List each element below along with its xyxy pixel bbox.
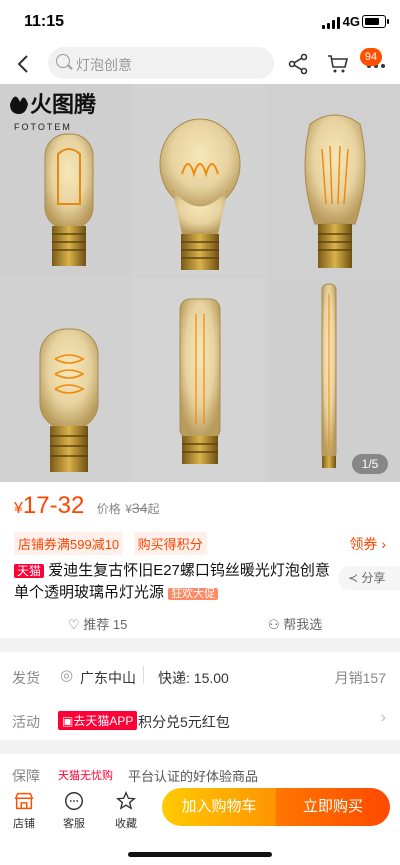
star-icon [116,791,136,810]
share-icon [288,53,308,75]
guarantee-label: 保障 [12,768,40,784]
activity-text: 积分兑5元红包 [138,714,230,730]
product-info-card: ¥17-32 价格 ¥34起 店铺券满599减10 购买得积分 领券 › 天猫 … [0,482,400,638]
price-row: ¥17-32 价格 ¥34起 [14,492,160,520]
price-currency: ¥ [14,500,23,517]
recommend-button[interactable]: ♡ 推荐 15 [68,614,127,633]
add-to-cart-button[interactable]: 加入购物车 [162,788,276,826]
brand-name-en: FOTOTEM [14,122,72,132]
ship-from-location: 广东中山 [80,670,136,686]
top-nav: 灯泡创意 94 [0,44,400,84]
status-time: 11:15 [24,13,65,30]
shipping-row[interactable]: 发货 ◎ 广东中山 快递: 15.00 月销157 [0,652,400,700]
bulb-image-6 [321,283,337,468]
help-choose-button[interactable]: ⚇ 帮我选 [268,614,322,633]
original-price: 34 [131,500,148,516]
original-price-currency: ¥ [125,502,132,516]
original-price-suffix: 起 [147,502,160,516]
tmall-tag: 天猫 [14,564,45,578]
activity-row[interactable]: 活动 ▣去天猫APP 积分兑5元红包 › [0,700,400,740]
favorite-button[interactable]: 收藏 [106,790,146,831]
share-small-icon: ≺ [348,571,359,585]
back-button[interactable] [12,52,36,76]
get-coupon-button[interactable]: 领券 › [349,534,386,554]
search-placeholder: 灯泡创意 [76,57,132,73]
more-button[interactable]: 94 [360,48,388,76]
chevron-left-icon [17,55,28,73]
points-tag: 购买得积分 [133,532,207,555]
divider [143,666,144,684]
activity-label: 活动 [12,714,40,730]
cart-badge: 94 [360,48,382,66]
gallery-pager: 1/5 [352,454,388,474]
store-icon [14,792,34,810]
buy-now-button[interactable]: 立即购买 [276,788,390,826]
promo-tag: 狂欢大促 [168,588,219,600]
battery-icon [362,15,389,28]
guarantee-row[interactable]: 保障 天猫无忧购 平台认证的好体验商品 [0,754,400,784]
worry-free-tag: 天猫无忧购 [58,770,113,782]
service-label: 客服 [63,818,85,830]
original-price-label: 价格 [96,502,121,516]
favorite-label: 收藏 [115,818,137,830]
share-label: 分享 [361,571,386,585]
coupon-row: 店铺券满599减10 购买得积分 [14,532,213,555]
search-icon [56,54,70,68]
customer-service-button[interactable]: 客服 [54,790,94,831]
heart-icon: ♡ [68,617,80,632]
price-range: 17-32 [22,492,85,519]
product-title: 天猫 爱迪生复古怀旧E27螺口钨丝暖光灯泡创意单个透明玻璃吊灯光源 狂欢大促 [14,560,332,605]
chevron-right-icon: › [380,709,386,726]
help-choose-label: 帮我选 [283,617,323,632]
product-gallery[interactable]: 火图腾 FOTOTEM [0,84,400,482]
guarantee-text: 平台认证的好体验商品 [128,769,259,784]
tmall-app-label: 去天猫APP [73,714,134,728]
home-indicator [128,852,272,857]
chat-icon [65,792,83,810]
network-type: 4G [342,14,360,29]
store-button[interactable]: 店铺 [4,790,44,831]
store-coupon-tag: 店铺券满599减10 [14,532,124,555]
search-input[interactable]: 灯泡创意 [48,47,274,79]
monthly-sales: 月销157 [334,670,386,686]
recommend-label: 推荐 15 [83,617,128,632]
bulb-image-5 [179,298,221,464]
share-button[interactable] [286,52,310,76]
store-label: 店铺 [13,818,35,830]
bulbs-image: 火图腾 FOTOTEM [0,84,400,482]
share-pill-button[interactable]: ≺ 分享 [338,566,400,590]
people-icon: ⚇ [268,617,280,632]
location-icon: ◎ [60,667,74,684]
chevron-right-icon: › [381,536,386,552]
signal-icon [322,17,340,29]
shipping-label: 发货 [12,670,40,686]
cart-button[interactable] [326,52,350,76]
express-fee: 快递: 15.00 [158,670,229,686]
brand-name-cn: 火图腾 [30,92,97,117]
gift-icon: ▣ [62,714,74,728]
cart-icon [328,55,349,73]
get-coupon-label: 领券 [349,536,378,552]
status-bar: 11:15 4G [0,0,400,44]
bulb-image-1 [44,133,94,266]
tmall-app-tag: ▣去天猫APP [58,711,138,730]
